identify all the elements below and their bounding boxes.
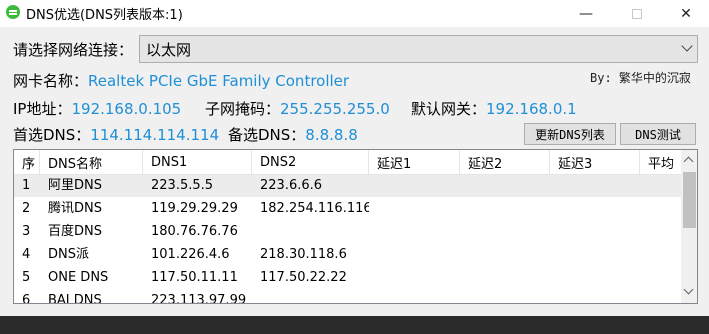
gateway-label: 默认网关： [411,100,487,118]
maximize-icon [632,8,642,19]
table-row[interactable]: 4 DNS派 101.226.4.6 218.30.118.6 [14,244,682,266]
cell-name: 阿里DNS [48,178,102,193]
column-header-index[interactable]: 序 [14,150,40,174]
column-header-dns2[interactable]: DNS2 [252,150,369,174]
cell-index: 2 [22,201,31,216]
scroll-up-icon[interactable] [683,156,694,167]
connection-select-value: 以太网 [146,41,192,59]
adapter-label: 网卡名称： [13,72,89,90]
author-credit: By: 繁华中的沉寂 [590,71,691,85]
chevron-down-icon [681,40,693,52]
ip-value: 192.168.0.105 [71,100,182,118]
dns-test-button[interactable]: DNS测试 [620,123,696,145]
ip-row: IP地址：192.168.0.105 [13,98,181,119]
vertical-scrollbar[interactable] [681,150,697,303]
cell-index: 4 [22,247,31,262]
secondary-dns-label: 备选DNS： [228,126,306,144]
cell-name: 百度DNS [48,224,102,239]
cell-dns1: 117.50.11.11 [151,270,238,285]
mask-row: 子网掩码：255.255.255.0 [205,98,390,119]
table-row[interactable]: 1 阿里DNS 223.5.5.5 223.6.6.6 [14,175,682,197]
cell-dns2: 218.30.118.6 [260,247,347,262]
column-header-dns1[interactable]: DNS1 [143,150,252,174]
cell-name: ONE DNS [48,270,109,285]
ip-label: IP地址： [13,100,72,118]
column-header-delay2[interactable]: 延迟2 [460,150,550,174]
cell-dns2 [252,221,369,243]
minimize-icon: — [579,5,593,22]
cell-name: DNS派 [48,247,89,262]
column-header-name[interactable]: DNS名称 [40,150,143,174]
cell-index: 1 [22,178,31,193]
update-dns-list-button[interactable]: 更新DNS列表 [524,123,616,145]
primary-dns-row: 首选DNS：114.114.114.114 [13,124,219,145]
column-header-average[interactable]: 平均 [640,150,682,174]
cell-dns2: 182.254.116.116 [260,201,369,216]
secondary-dns-row: 备选DNS：8.8.8.8 [228,124,358,145]
dns-list-header: 序 DNS名称 DNS1 DNS2 延迟1 延迟2 延迟3 平均 [14,150,682,175]
cell-index: 3 [22,224,31,239]
scroll-down-icon[interactable] [683,284,694,295]
cell-dns1: 180.76.76.76 [151,224,238,239]
table-row[interactable]: 3 百度DNS 180.76.76.76 [14,221,682,243]
mask-value: 255.255.255.0 [280,100,390,118]
cell-index: 6 [22,293,31,304]
connection-label: 请选择网络连接： [13,41,134,59]
cell-dns2 [252,290,369,303]
connection-select[interactable]: 以太网 [139,35,698,63]
cell-dns1: 223.113.97.99 [151,293,247,304]
cell-dns1: 101.226.4.6 [151,247,230,262]
column-header-delay3[interactable]: 延迟3 [550,150,640,174]
secondary-dns-value: 8.8.8.8 [305,126,358,144]
table-row[interactable]: 6 BAI DNS 223.113.97.99 [14,290,682,304]
minimize-button[interactable]: — [563,0,609,27]
app-icon [6,5,20,19]
background-strip [0,316,709,334]
adapter-row: 网卡名称：Realtek PCIe GbE Family Controller [13,70,349,91]
cell-name: BAI DNS [48,293,102,304]
gateway-value: 192.168.0.1 [486,100,577,118]
table-row[interactable]: 2 腾讯DNS 119.29.29.29 182.254.116.116 [14,198,682,220]
gateway-row: 默认网关：192.168.0.1 [411,98,577,119]
cell-index: 5 [22,270,31,285]
mask-label: 子网掩码： [205,100,281,118]
maximize-button [614,0,660,27]
scrollbar-thumb[interactable] [683,172,696,228]
primary-dns-label: 首选DNS： [13,126,91,144]
title-bar: DNS优选(DNS列表版本:1) — ✕ [0,0,709,27]
cell-dns2: 223.6.6.6 [260,178,323,193]
close-icon: ✕ [680,5,692,22]
column-header-delay1[interactable]: 延迟1 [369,150,460,174]
cell-dns1: 223.5.5.5 [151,178,214,193]
close-button[interactable]: ✕ [663,0,709,27]
window-title: DNS优选(DNS列表版本:1) [26,8,183,23]
adapter-value: Realtek PCIe GbE Family Controller [88,72,350,90]
cell-dns2: 117.50.22.22 [260,270,347,285]
cell-dns1: 119.29.29.29 [151,201,238,216]
dns-list[interactable]: 序 DNS名称 DNS1 DNS2 延迟1 延迟2 延迟3 平均 1 阿里DNS… [13,149,698,304]
cell-name: 腾讯DNS [48,201,102,216]
table-row[interactable]: 5 ONE DNS 117.50.11.11 117.50.22.22 [14,267,682,289]
primary-dns-value: 114.114.114.114 [90,126,220,144]
